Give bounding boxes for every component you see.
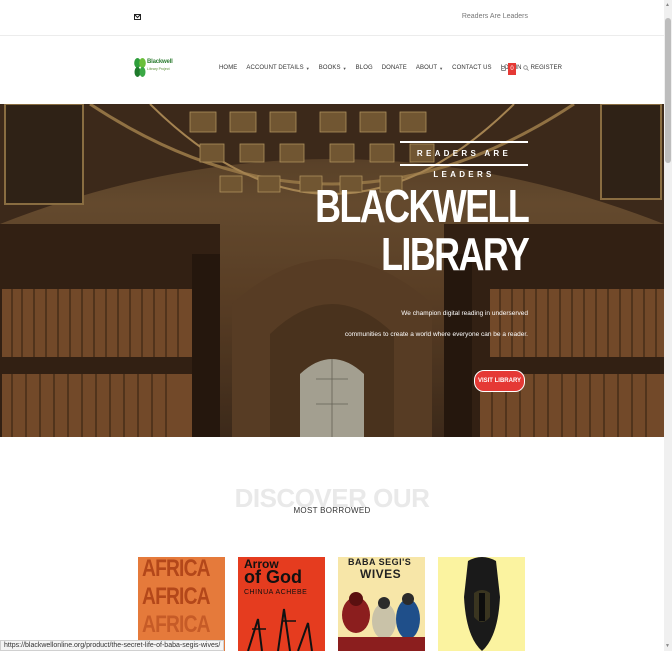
hero-description: We champion digital reading in underserv… (308, 303, 528, 345)
book-cover-mask[interactable] (438, 557, 525, 651)
hero-kicker: READERS ARE LEADERS (400, 141, 528, 179)
book-cover-art (464, 557, 500, 651)
scroll-up-icon[interactable]: ▲ (665, 2, 670, 8)
nav-label: HOME (219, 65, 238, 71)
cart-button[interactable]: 0 (501, 63, 517, 75)
nav-label: BOOKS (318, 65, 341, 71)
logo-butterfly-icon (134, 58, 146, 77)
status-bar-url: https://blackwellonline.org/product/the-… (0, 640, 225, 651)
hero-title-line1: BLACKWELL (314, 180, 530, 232)
book-cover-author: CHINUA ACHEBE (244, 589, 308, 596)
most-borrowed-subtitle: MOST BORROWED (293, 506, 371, 515)
logo-subtitle: Library Project (147, 67, 170, 71)
cart-icon (501, 66, 506, 71)
nav-blog[interactable]: BLOG (356, 65, 373, 71)
nav-label: BLOG (355, 65, 373, 71)
nav-account-details[interactable]: ACCOUNT DETAILS ▼ (246, 65, 309, 71)
book-cover-title: WIVES (360, 567, 402, 581)
book-cover-title-top: BABA SEGI'S (348, 557, 412, 567)
nav-contact-us[interactable]: CONTACT US (452, 65, 491, 71)
cart-count-badge: 0 (508, 63, 516, 75)
logo-name: Blackwell (147, 59, 173, 65)
book-cover-art (338, 592, 425, 651)
book-cover-art (247, 608, 313, 651)
chevron-down-icon: ▼ (305, 65, 310, 71)
nav-label: ACCOUNT DETAILS (246, 65, 304, 71)
book-cover-title-repeat: AFRICA (142, 611, 211, 638)
book-cover-africa[interactable]: AFRICA AFRICA AFRICA (138, 557, 225, 651)
nav-home[interactable]: HOME (219, 65, 237, 71)
nav-label: DONATE (381, 65, 407, 71)
nav-label: ABOUT (415, 65, 438, 71)
scroll-down-icon[interactable]: ▼ (665, 643, 670, 649)
nav-label: REGISTER (530, 65, 563, 71)
site-logo[interactable]: Blackwell Library Project (134, 57, 174, 81)
hero-banner: READERS ARE LEADERS BLACKWELL LIBRARY We… (0, 104, 664, 437)
hero-desc-line1: We champion digital reading in underserv… (401, 310, 528, 317)
nav-register[interactable]: REGISTER (531, 65, 562, 71)
page-scrollbar[interactable]: ▲ ▼ (664, 0, 672, 651)
hero-desc-line2: communities to create a world where ever… (344, 331, 528, 338)
scrollbar-thumb[interactable] (665, 18, 671, 163)
book-cover-title: AFRICA (142, 557, 211, 582)
chevron-down-icon: ▼ (342, 65, 347, 71)
nav-donate[interactable]: DONATE (382, 65, 407, 71)
mail-icon[interactable] (134, 13, 141, 21)
top-bar: Readers Are Leaders (0, 0, 664, 36)
search-icon[interactable] (523, 65, 529, 71)
hero-title-line2: LIBRARY (380, 228, 530, 280)
book-cover-arrow-of-god[interactable]: Arrow of God CHINUA ACHEBE (238, 557, 325, 651)
visit-library-button[interactable]: VISIT LIBRARY (474, 370, 525, 392)
hero-title: BLACKWELL LIBRARY (314, 180, 530, 280)
top-tagline: Readers Are Leaders (461, 13, 528, 20)
site-header: Blackwell Library Project HOME ACCOUNT D… (0, 36, 664, 104)
book-cover-baba-segis-wives[interactable]: BABA SEGI'S WIVES (338, 557, 425, 651)
nav-books[interactable]: BOOKS ▼ (319, 65, 347, 71)
nav-label: CONTACT US (452, 65, 492, 71)
book-cover-title-repeat: AFRICA (142, 583, 211, 610)
chevron-down-icon: ▼ (439, 65, 444, 71)
book-cover-title: of God (244, 567, 302, 587)
nav-about[interactable]: ABOUT ▼ (416, 65, 443, 71)
